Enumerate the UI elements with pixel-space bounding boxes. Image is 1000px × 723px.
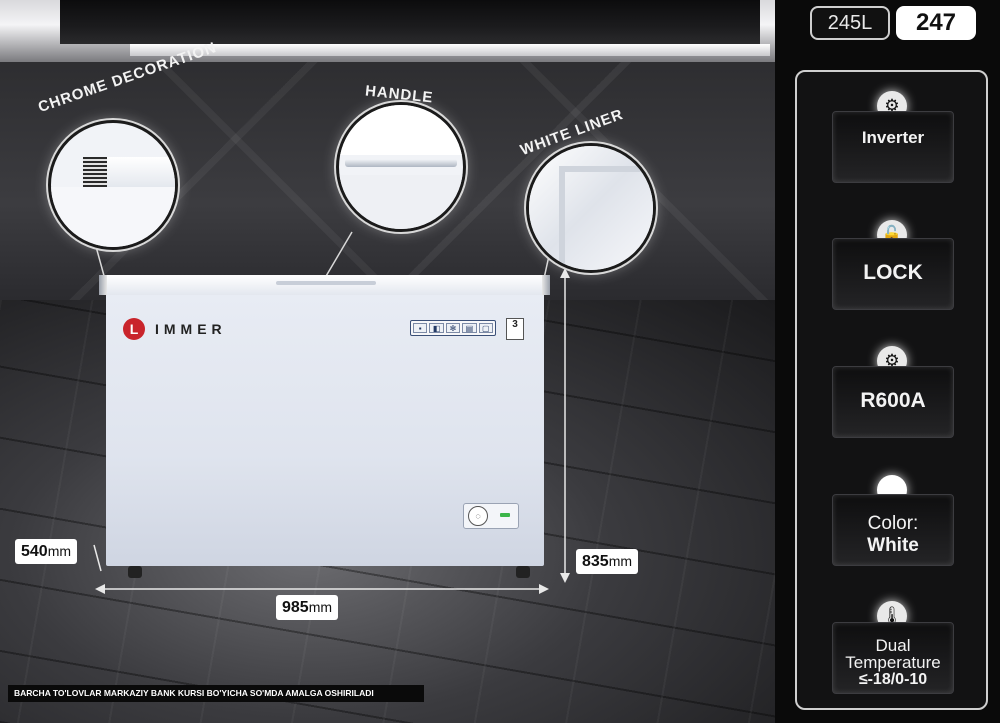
panel-indicator-icon: ◧: [429, 323, 444, 333]
handle-closeup: [336, 102, 466, 232]
caster-wheel: [128, 566, 142, 578]
chest-freezer-lid: [99, 275, 550, 295]
feature-color: Color: White: [832, 494, 954, 566]
feature-temp-range: ≤-18/0-10: [858, 671, 928, 688]
panel-indicator-icon: ▤: [462, 323, 477, 333]
control-panel: ▪ ◧ ✻ ▤ ▢: [410, 320, 496, 336]
feature-inverter: Inverter: [832, 111, 954, 183]
chrome-trim-left: [99, 275, 107, 295]
feature-dual-temperature: Dual Temperature ≤-18/0-10: [832, 622, 954, 694]
brand-name: IMMER: [155, 321, 227, 337]
panel-indicator-icon: ▢: [478, 323, 494, 333]
width-dimension-tag: 985mm: [276, 595, 339, 620]
warranty-badge: 3: [506, 318, 524, 340]
depth-unit: mm: [47, 543, 72, 559]
feature-color-label: Color:: [867, 513, 919, 534]
white-liner-closeup: [526, 143, 656, 273]
depth-dimension-line: [93, 544, 102, 572]
thermostat-dial-icon: ◌: [468, 506, 488, 526]
depth-value: 540: [21, 543, 48, 560]
brand-mark: L IMMER: [123, 318, 227, 340]
volume-badge: 245L: [810, 6, 890, 40]
lid-handle: [276, 281, 376, 285]
feature-temp-line1: Dual: [875, 636, 911, 655]
chrome-trim-right: [542, 275, 550, 295]
feature-refrigerant: R600A: [832, 366, 954, 438]
panel-indicator-icon: ▪: [413, 323, 428, 333]
power-indicator-led: [500, 513, 510, 517]
brand-logo-icon: L: [123, 318, 145, 340]
feature-refrigerant-label: R600A: [860, 389, 926, 412]
feature-inverter-label: Inverter: [861, 128, 925, 147]
width-unit: mm: [308, 599, 333, 615]
feature-temp-line2: Temperature: [845, 653, 941, 672]
height-unit: mm: [608, 553, 633, 569]
payment-disclaimer: BARCHA TO'LOVLAR MARKAZIY BANK KURSI BO'…: [8, 685, 424, 702]
height-dimension-tag: 835mm: [576, 549, 639, 574]
product-ad-stage: L IMMER ▪ ◧ ✻ ▤ ▢ 3 ◌ CHROME DECORATION …: [0, 0, 1000, 723]
feature-lock-label: LOCK: [863, 261, 923, 284]
chrome-decoration-closeup: [48, 120, 178, 250]
model-badge: 247: [896, 6, 976, 40]
caster-wheel: [516, 566, 530, 578]
width-value: 985: [282, 599, 309, 616]
height-value: 835: [582, 553, 609, 570]
feature-color-value: White: [867, 535, 919, 556]
snowflake-icon: ✻: [445, 323, 461, 333]
depth-dimension-tag: 540mm: [15, 539, 78, 564]
feature-lock: LOCK: [832, 238, 954, 310]
